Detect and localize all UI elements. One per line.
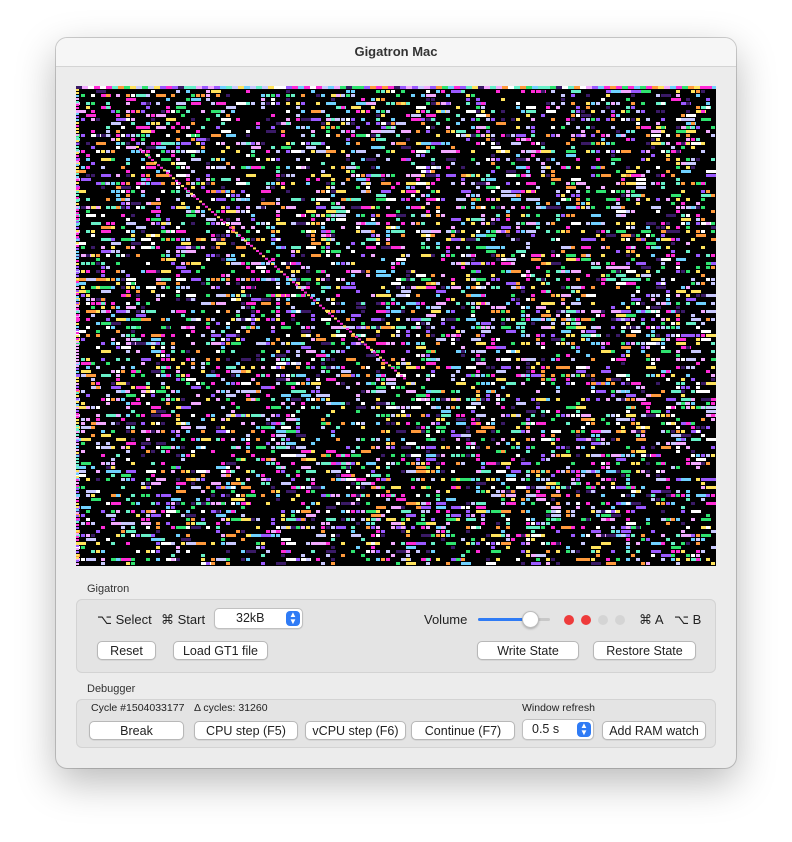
gigatron-group: ⌥ Select ⌘ Start 32kB ▲ ▼ Volume ⌘ A ⌥ B … [76, 599, 716, 673]
write-state-button[interactable]: Write State [477, 641, 579, 660]
window-refresh-popup[interactable]: 0.5 s ▲ ▼ [522, 719, 594, 740]
main-window: Gigatron Mac Gigatron ⌥ Select ⌘ Start 3… [56, 38, 736, 768]
debugger-group: Cycle #1504033177 Δ cycles: 31260 Window… [76, 699, 716, 748]
led-4 [615, 615, 625, 625]
volume-label: Volume [424, 612, 468, 627]
ram-size-popup[interactable]: 32kB ▲ ▼ [214, 608, 303, 629]
window-title: Gigatron Mac [56, 38, 736, 67]
led-2 [581, 615, 591, 625]
b-key-label: ⌥ B [674, 612, 702, 627]
ram-size-value: 32kB [236, 611, 265, 625]
add-ram-watch-button[interactable]: Add RAM watch [602, 721, 706, 740]
cpu-step-button[interactable]: CPU step (F5) [194, 721, 298, 740]
break-button[interactable]: Break [89, 721, 184, 740]
gigatron-group-label: Gigatron [87, 583, 130, 595]
continue-button[interactable]: Continue (F7) [411, 721, 515, 740]
display-canvas [76, 86, 716, 565]
led-1 [564, 615, 574, 625]
select-key-label: ⌥ Select [97, 612, 152, 627]
volume-slider[interactable] [478, 611, 550, 628]
vcpu-step-button[interactable]: vCPU step (F6) [305, 721, 406, 740]
window-refresh-label: Window refresh [522, 702, 595, 714]
gigatron-display[interactable] [76, 86, 716, 566]
load-gt1-button[interactable]: Load GT1 file [173, 641, 268, 660]
volume-slider-knob[interactable] [521, 611, 539, 628]
restore-state-button[interactable]: Restore State [593, 641, 696, 660]
cycle-counter: Cycle #1504033177 [91, 702, 185, 714]
a-key-label: ⌘ A [639, 612, 664, 627]
window-refresh-value: 0.5 s [532, 722, 560, 736]
led-3 [598, 615, 608, 625]
delta-cycles: Δ cycles: 31260 [194, 702, 268, 714]
popup-chevron-icon: ▲ ▼ [286, 611, 300, 626]
start-key-label: ⌘ Start [161, 612, 206, 627]
debugger-group-label: Debugger [87, 683, 136, 695]
popup-chevron-icon: ▲ ▼ [577, 722, 591, 737]
reset-button[interactable]: Reset [97, 641, 156, 660]
